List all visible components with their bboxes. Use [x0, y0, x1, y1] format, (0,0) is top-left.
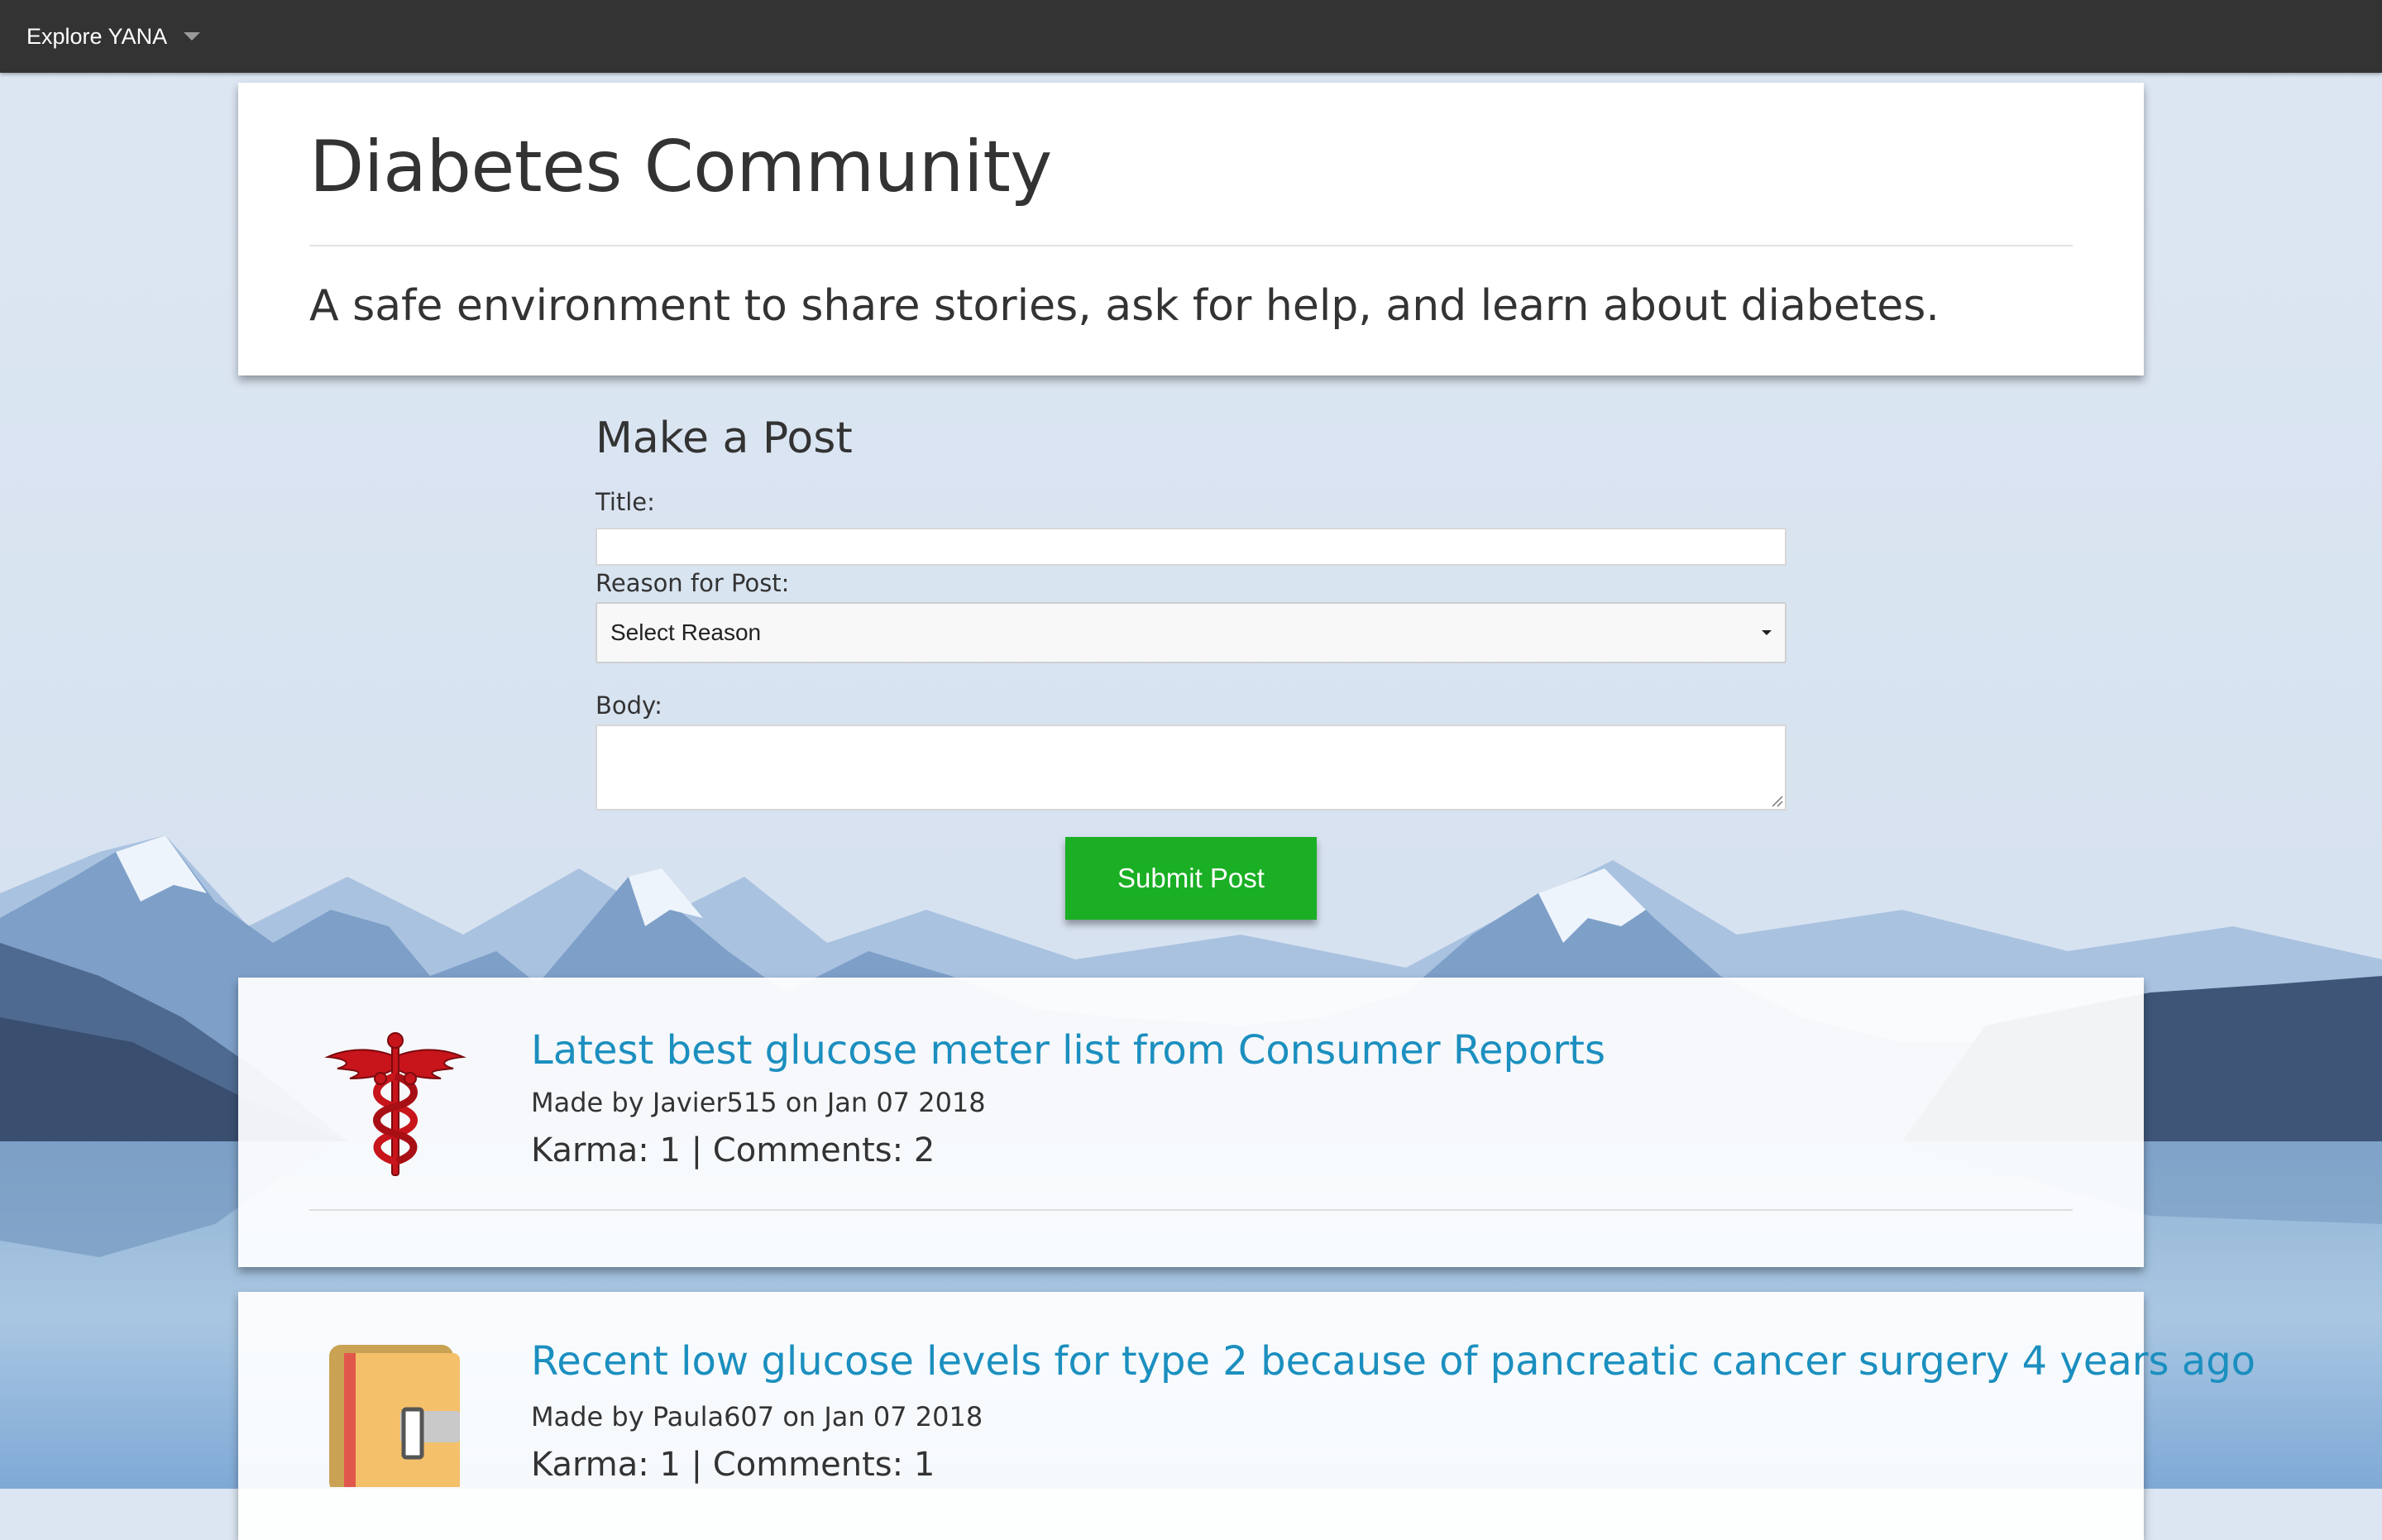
- reason-select[interactable]: Select Reason: [596, 602, 1786, 663]
- post-card: Latest best glucose meter list from Cons…: [238, 978, 2144, 1267]
- form-heading: Make a Post: [596, 414, 853, 463]
- body-label: Body:: [596, 691, 662, 720]
- explore-yana-dropdown[interactable]: Explore YANA: [26, 0, 201, 73]
- post-title-link[interactable]: Recent low glucose levels for type 2 bec…: [531, 1338, 2255, 1385]
- top-navbar: Explore YANA: [0, 0, 2382, 73]
- caduceus-icon: [324, 1032, 466, 1176]
- post-card: Recent low glucose levels for type 2 bec…: [238, 1292, 2255, 1540]
- post-title-link[interactable]: Latest best glucose meter list from Cons…: [531, 1027, 1605, 1074]
- caret-down-icon: [1762, 630, 1772, 635]
- post-stats: Karma: 1 | Comments: 1: [531, 1446, 935, 1484]
- chevron-down-icon: [184, 32, 201, 41]
- title-label: Title:: [596, 488, 655, 516]
- post-stats: Karma: 1 | Comments: 2: [531, 1131, 935, 1169]
- body-textarea[interactable]: [596, 725, 1786, 811]
- title-input[interactable]: [596, 528, 1786, 566]
- post-divider: [309, 1209, 2073, 1211]
- post-meta: Made by Paula607 on Jan 07 2018: [531, 1401, 983, 1432]
- page-title: Diabetes Community: [309, 126, 1052, 208]
- book-icon: [329, 1345, 460, 1487]
- page-subtitle: A safe environment to share stories, ask…: [309, 281, 1940, 331]
- resize-handle-icon[interactable]: [1770, 794, 1783, 807]
- submit-post-button[interactable]: Submit Post: [1065, 837, 1317, 920]
- post-meta: Made by Javier515 on Jan 07 2018: [531, 1087, 986, 1118]
- reason-selected-value: Select Reason: [610, 619, 762, 645]
- reason-label: Reason for Post:: [596, 569, 790, 597]
- header-divider: [309, 245, 2073, 246]
- community-header: Diabetes Community A safe environment to…: [238, 83, 2144, 375]
- nav-brand-label: Explore YANA: [26, 23, 168, 49]
